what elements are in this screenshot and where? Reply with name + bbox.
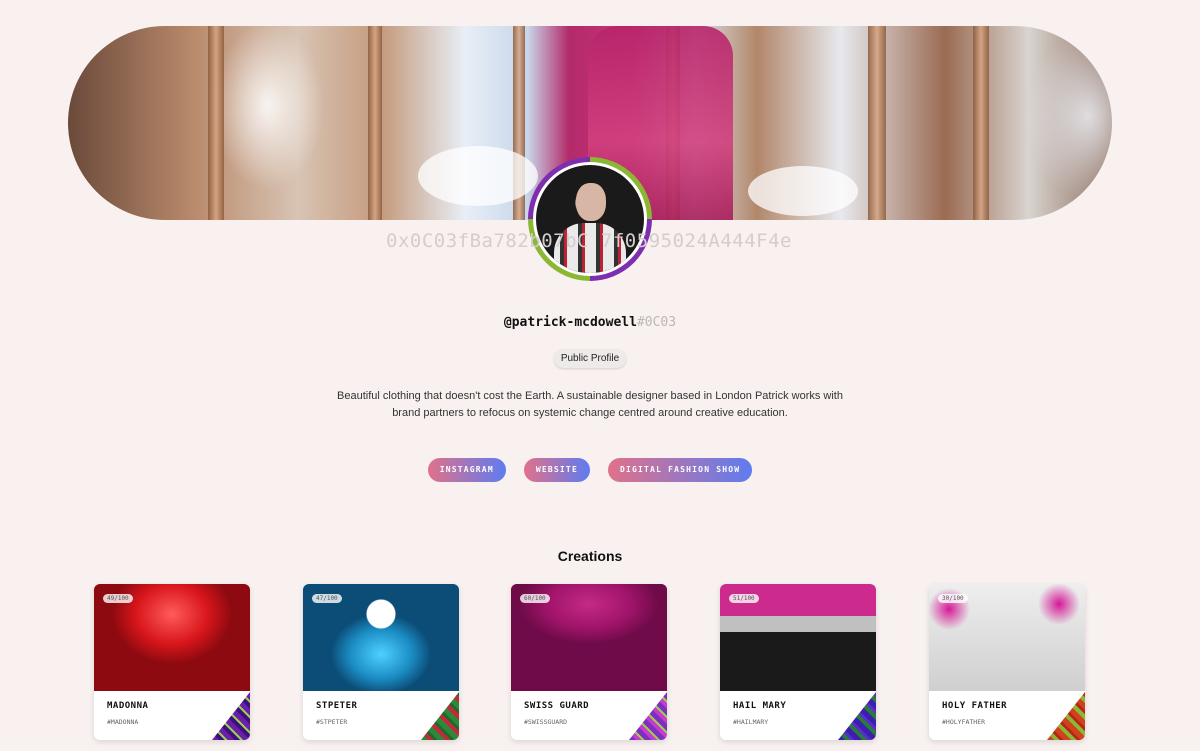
creation-card-swiss-guard[interactable]: 60/100 SWISS GUARD #SWISSGUARD [511,584,667,740]
profile-handle: @patrick-mcdowell#0C03 [0,315,1180,330]
creation-name: MADONNA [107,701,149,711]
creation-card-holy-father[interactable]: 30/100 HOLY FATHER #HOLYFATHER [929,584,1085,740]
handle-suffix: #0C03 [636,315,677,330]
creations-heading: Creations [557,548,623,564]
creation-tag: #HAILMARY [733,718,769,726]
creation-card-madonna[interactable]: 49/100 MADONNA #MADONNA [94,584,250,740]
pixel-badge-icon [212,692,250,740]
creation-name: STPETER [316,701,358,711]
edition-count: 60/100 [520,594,550,603]
edition-count: 51/100 [729,594,759,603]
edition-count: 49/100 [103,594,133,603]
digital-fashion-show-link[interactable]: DIGITAL FASHION SHOW [607,458,753,482]
creation-name: SWISS GUARD [524,701,590,711]
edition-count: 30/100 [938,594,968,603]
creation-tag: #SWISSGUARD [524,718,568,726]
handle-name: @patrick-mcdowell [503,315,637,330]
creation-name: HOLY FATHER [942,701,1008,711]
creation-tag: #HOLYFATHER [942,718,986,726]
edition-count: 47/100 [312,594,342,603]
creation-card-hail-mary[interactable]: 51/100 HAIL MARY #HAILMARY [720,584,876,740]
pixel-badge-icon [629,692,667,740]
creation-card-stpeter[interactable]: 47/100 STPETER #STPETER [303,584,459,740]
pixel-badge-icon [1047,692,1085,740]
profile-bio: Beautiful clothing that doesn't cost the… [337,390,843,419]
profile-avatar [528,157,652,281]
wallet-address: 0x0C03fBa782b07bC 7f0595024A444F4e [386,230,792,252]
creation-tag: #STPETER [316,718,348,726]
profile-links: INSTAGRAM WEBSITE DIGITAL FASHION SHOW [0,458,1180,482]
website-link[interactable]: WEBSITE [523,458,590,482]
creation-name: HAIL MARY [733,701,787,711]
public-profile-badge: Public Profile [554,349,626,368]
creation-tag: #MADONNA [107,718,139,726]
pixel-badge-icon [421,692,459,740]
pixel-badge-icon [838,692,876,740]
instagram-link[interactable]: INSTAGRAM [427,458,506,482]
